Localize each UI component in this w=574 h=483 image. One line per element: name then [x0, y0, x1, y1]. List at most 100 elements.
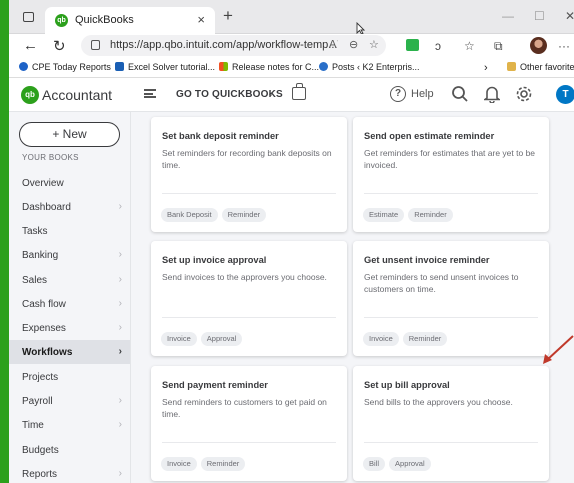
sidebar-item-dashboard[interactable]: Dashboard › — [9, 195, 130, 219]
notifications-bell-icon[interactable] — [484, 85, 500, 103]
favorite-item[interactable]: Other favorites — [507, 62, 574, 72]
annotation-arrow-icon — [543, 335, 574, 364]
new-button[interactable]: + New — [19, 122, 120, 147]
sidebar-item-reports[interactable]: Reports › — [9, 462, 130, 483]
tag-badge: Estimate — [363, 208, 405, 222]
read-aloud-icon[interactable]: Aᐧ — [329, 38, 338, 51]
card-tags: Invoice Reminder — [363, 328, 451, 346]
sidebar-item-overview[interactable]: Overview — [9, 171, 130, 195]
tab-close-icon[interactable]: × — [197, 12, 205, 27]
favorites-overflow-icon[interactable]: › — [484, 62, 488, 74]
chevron-right-icon: › — [118, 274, 122, 285]
extension-icon[interactable] — [406, 39, 419, 51]
search-icon[interactable] — [451, 85, 469, 103]
favorite-label: Release notes for C... — [232, 62, 320, 72]
product-name[interactable]: Accountant — [42, 87, 112, 103]
client-tools-icon[interactable] — [292, 83, 306, 100]
sidebar-item-banking[interactable]: Banking › — [9, 243, 130, 267]
sidebar-item-label: Sales — [22, 275, 48, 286]
qb-logo-icon[interactable]: qb — [21, 86, 39, 104]
favorite-item[interactable]: CPE Today Reports — [19, 62, 111, 72]
window-left-edge — [0, 0, 9, 483]
tag-badge: Invoice — [161, 457, 197, 471]
card-divider — [162, 317, 336, 318]
card-description: Get reminders to send unsent invoices to… — [364, 272, 519, 294]
favorite-icon — [219, 62, 228, 71]
sidebar-item-sales[interactable]: Sales › — [9, 268, 130, 292]
favorite-item[interactable]: Excel Solver tutorial... — [115, 62, 215, 72]
minimize-icon[interactable]: — — [502, 9, 514, 23]
card-divider — [162, 193, 336, 194]
card-title: Send payment reminder — [162, 380, 268, 390]
sidebar-item-cash-flow[interactable]: Cash flow › — [9, 292, 130, 316]
card-title: Set up bill approval — [364, 380, 450, 390]
sidebar-item-payroll[interactable]: Payroll › — [9, 389, 130, 413]
new-tab-icon[interactable]: + — [223, 7, 233, 24]
workflow-card[interactable]: Set bank deposit reminder Set reminders … — [151, 117, 347, 232]
your-books-heading: YOUR BOOKS — [22, 153, 79, 162]
url-text[interactable]: https://app.qbo.intuit.com/app/workflow-… — [110, 39, 337, 51]
card-title: Set up invoice approval — [162, 255, 267, 265]
help-icon[interactable]: ? — [390, 86, 406, 102]
tab-actions-icon[interactable] — [23, 12, 34, 22]
sidebar-item-label: Time — [22, 420, 44, 431]
settings-gear-icon[interactable] — [515, 85, 533, 103]
sidebar-item-workflows[interactable]: Workflows › — [9, 340, 130, 364]
card-title: Get unsent invoice reminder — [364, 255, 490, 265]
tag-badge: Reminder — [408, 208, 453, 222]
favorite-icon — [115, 62, 124, 71]
favorite-label: Other favorites — [520, 62, 574, 72]
favorite-label: Posts ‹ K2 Enterpris... — [332, 62, 420, 72]
sidebar-item-tasks[interactable]: Tasks — [9, 219, 130, 243]
sidebar-item-label: Payroll — [22, 396, 53, 407]
card-tags: Bank Deposit Reminder — [161, 204, 270, 222]
favorites-icon[interactable]: ☆ — [464, 39, 475, 53]
favorite-star-icon[interactable]: ☆ — [369, 38, 379, 51]
workflow-card[interactable]: Set up bill approval Send bills to the a… — [353, 366, 549, 481]
sidebar-item-label: Workflows — [22, 347, 73, 358]
more-menu-icon[interactable]: ··· — [558, 39, 570, 53]
sidebar-item-time[interactable]: Time › — [9, 413, 130, 437]
collections-icon[interactable]: ⧉ — [494, 39, 503, 54]
workflow-card[interactable]: Get unsent invoice reminder Get reminder… — [353, 241, 549, 356]
back-icon[interactable]: ← — [23, 37, 38, 54]
sidebar-item-expenses[interactable]: Expenses › — [9, 316, 130, 340]
browser-tab[interactable]: qb QuickBooks × — [45, 7, 215, 34]
favorite-item[interactable]: Release notes for C... — [219, 62, 319, 72]
browser-tab-bar: qb QuickBooks × + — ☐ ✕ — [9, 0, 574, 35]
address-toolbar: ← ↻ https://app.qbo.intuit.com/app/workf… — [9, 34, 574, 58]
profile-avatar[interactable] — [530, 37, 547, 54]
close-window-icon[interactable]: ✕ — [565, 9, 574, 23]
favorite-item[interactable]: Posts ‹ K2 Enterpris... — [319, 62, 420, 72]
sidebar-item-label: Budgets — [22, 445, 59, 456]
chevron-right-icon: › — [118, 468, 122, 479]
card-divider — [364, 317, 538, 318]
card-description: Send reminders to customers to get paid … — [162, 397, 327, 419]
folder-icon — [507, 62, 516, 71]
tag-badge: Reminder — [221, 208, 267, 222]
user-avatar[interactable]: T — [556, 85, 574, 104]
zoom-icon[interactable]: ⊖ — [349, 38, 358, 51]
help-button[interactable]: Help — [411, 88, 434, 100]
workflow-card[interactable]: Send payment reminder Send reminders to … — [151, 366, 347, 481]
tag-badge: Reminder — [200, 457, 246, 471]
chevron-right-icon: › — [118, 346, 122, 357]
tab-title: QuickBooks — [75, 14, 134, 26]
chevron-right-icon: › — [118, 249, 122, 260]
chevron-right-icon: › — [118, 201, 122, 212]
app-header: qb Accountant GO TO QUICKBOOKS ⌄ ? Help … — [9, 78, 574, 112]
quickbooks-favicon-icon: qb — [55, 14, 68, 27]
copilot-icon[interactable]: ↄ — [435, 39, 441, 53]
menu-toggle-icon[interactable] — [144, 89, 156, 98]
favorite-label: CPE Today Reports — [32, 62, 111, 72]
maximize-icon[interactable]: ☐ — [534, 9, 545, 23]
refresh-icon[interactable]: ↻ — [53, 37, 66, 55]
lock-icon — [91, 40, 100, 50]
sidebar-item-budgets[interactable]: Budgets — [9, 438, 130, 462]
workflow-card[interactable]: Send open estimate reminder Get reminder… — [353, 117, 549, 232]
sidebar-item-label: Cash flow — [22, 299, 66, 310]
tag-badge: Bank Deposit — [161, 208, 218, 222]
workflow-card[interactable]: Set up invoice approval Send invoices to… — [151, 241, 347, 356]
sidebar-item-projects[interactable]: Projects — [9, 365, 130, 389]
address-bar[interactable]: https://app.qbo.intuit.com/app/workflow-… — [81, 35, 386, 56]
